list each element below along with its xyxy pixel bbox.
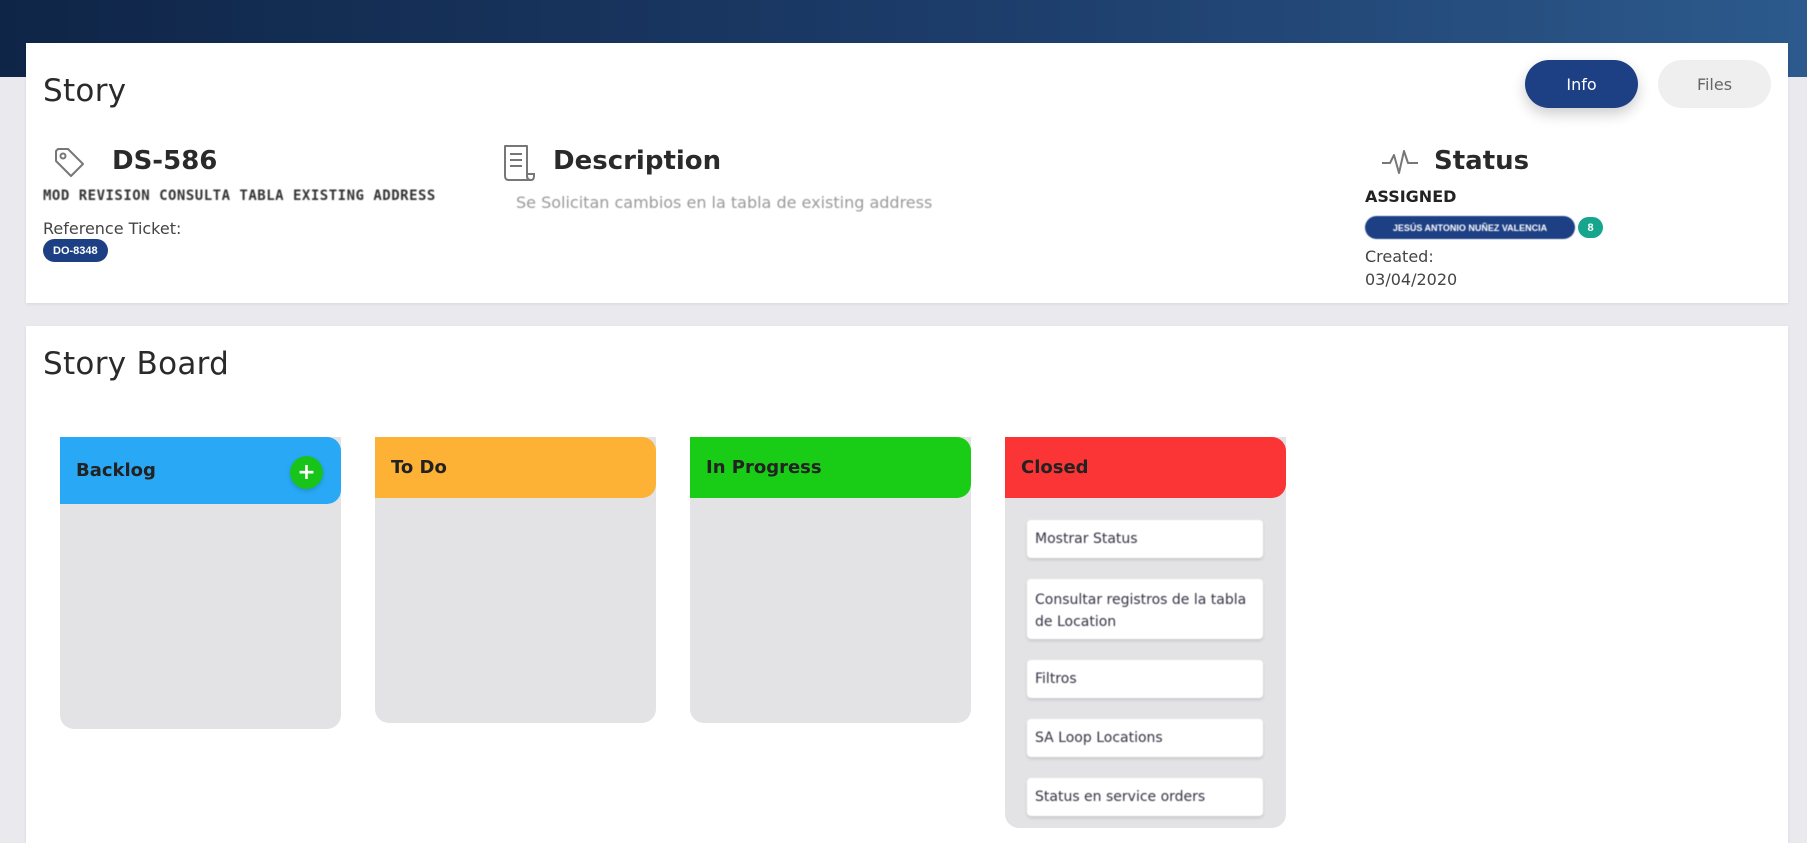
story-id: DS-586 [112,146,218,176]
pulse-icon [1381,147,1419,182]
tab-files[interactable]: Files [1658,60,1771,108]
column-label: To Do [391,457,447,478]
plus-icon: + [297,460,316,485]
column-closed[interactable]: Closed Mostrar Status Consultar registro… [1005,437,1286,828]
status-title: Status [1434,146,1530,176]
story-card: Story Info Files DS-586 MOD REVISION CON… [26,43,1788,303]
count-badge: 8 [1578,217,1603,238]
task-card[interactable]: Mostrar Status [1027,520,1263,558]
description-title: Description [553,146,722,176]
tab-info[interactable]: Info [1525,60,1638,108]
column-label: In Progress [706,457,822,478]
column-header-todo: To Do [375,437,656,498]
task-card[interactable]: SA Loop Locations [1027,719,1263,757]
column-header-in-progress: In Progress [690,437,971,498]
column-header-backlog: Backlog + [60,437,341,504]
reference-label: Reference Ticket: [43,219,182,238]
description-text: Se Solicitan cambios en la tabla de exis… [516,193,933,212]
column-label: Backlog [76,460,156,481]
column-label: Closed [1021,457,1089,478]
column-header-closed: Closed [1005,437,1286,498]
task-card[interactable]: Filtros [1027,660,1263,698]
created-date: 03/04/2020 [1365,270,1458,289]
tag-icon [52,145,86,184]
story-board-card: Story Board Backlog + To Do In Progress … [26,326,1788,843]
column-backlog[interactable]: Backlog + [60,437,341,729]
page-title: Story [43,73,127,109]
column-todo[interactable]: To Do [375,437,656,723]
assignee-badge: JESÚS ANTONIO NUÑEZ VALENCIA [1365,216,1575,239]
task-list: Mostrar Status Consultar registros de la… [1027,520,1263,837]
task-card[interactable]: Consultar registros de la tabla de Locat… [1027,579,1263,639]
document-icon [500,143,536,188]
board-title: Story Board [43,346,230,382]
reference-ticket-badge[interactable]: DO-8348 [43,239,108,262]
story-subject: MOD REVISION CONSULTA TABLA EXISTING ADD… [43,188,436,204]
column-in-progress[interactable]: In Progress [690,437,971,723]
status-value: ASSIGNED [1365,187,1457,206]
created-label: Created: [1365,247,1434,266]
add-task-button[interactable]: + [290,456,323,489]
task-card[interactable]: Status en service orders [1027,778,1263,816]
